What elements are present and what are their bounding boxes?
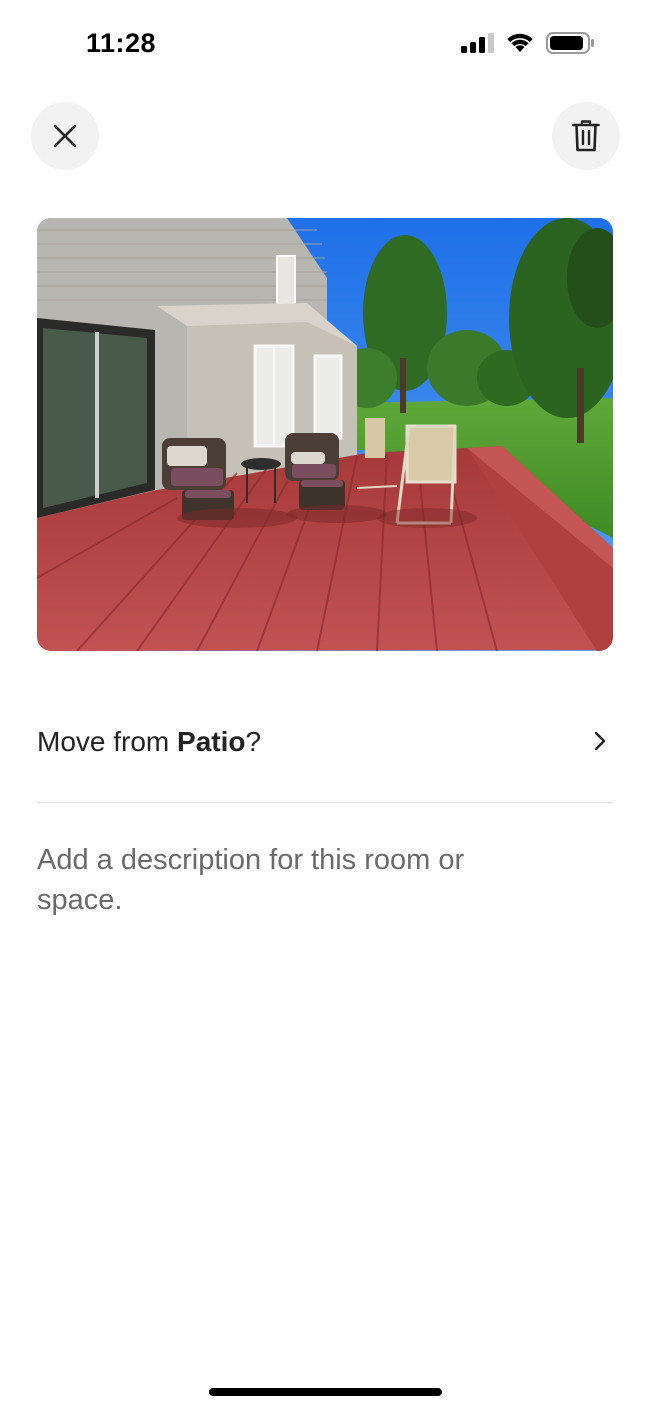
move-from-prefix: Move from [37,726,178,757]
patio-photo[interactable] [37,218,613,651]
move-from-label: Move from Patio? [37,726,261,758]
battery-icon [546,32,594,54]
trash-icon [572,120,600,152]
close-button[interactable] [31,102,99,170]
description-input[interactable]: Add a description for this room or space… [37,840,557,920]
chevron-right-icon [594,731,606,751]
status-time: 11:28 [86,28,157,58]
home-indicator[interactable] [209,1388,442,1396]
close-icon [53,124,77,148]
status-bar: 11:28 [0,0,650,88]
move-from-room-row[interactable]: Move from Patio? [37,710,613,780]
divider [37,802,613,803]
room-name: Patio [177,726,246,757]
delete-button[interactable] [552,102,620,170]
cellular-signal-icon [461,33,494,53]
wifi-icon [507,33,533,52]
move-from-suffix: ? [245,726,262,757]
